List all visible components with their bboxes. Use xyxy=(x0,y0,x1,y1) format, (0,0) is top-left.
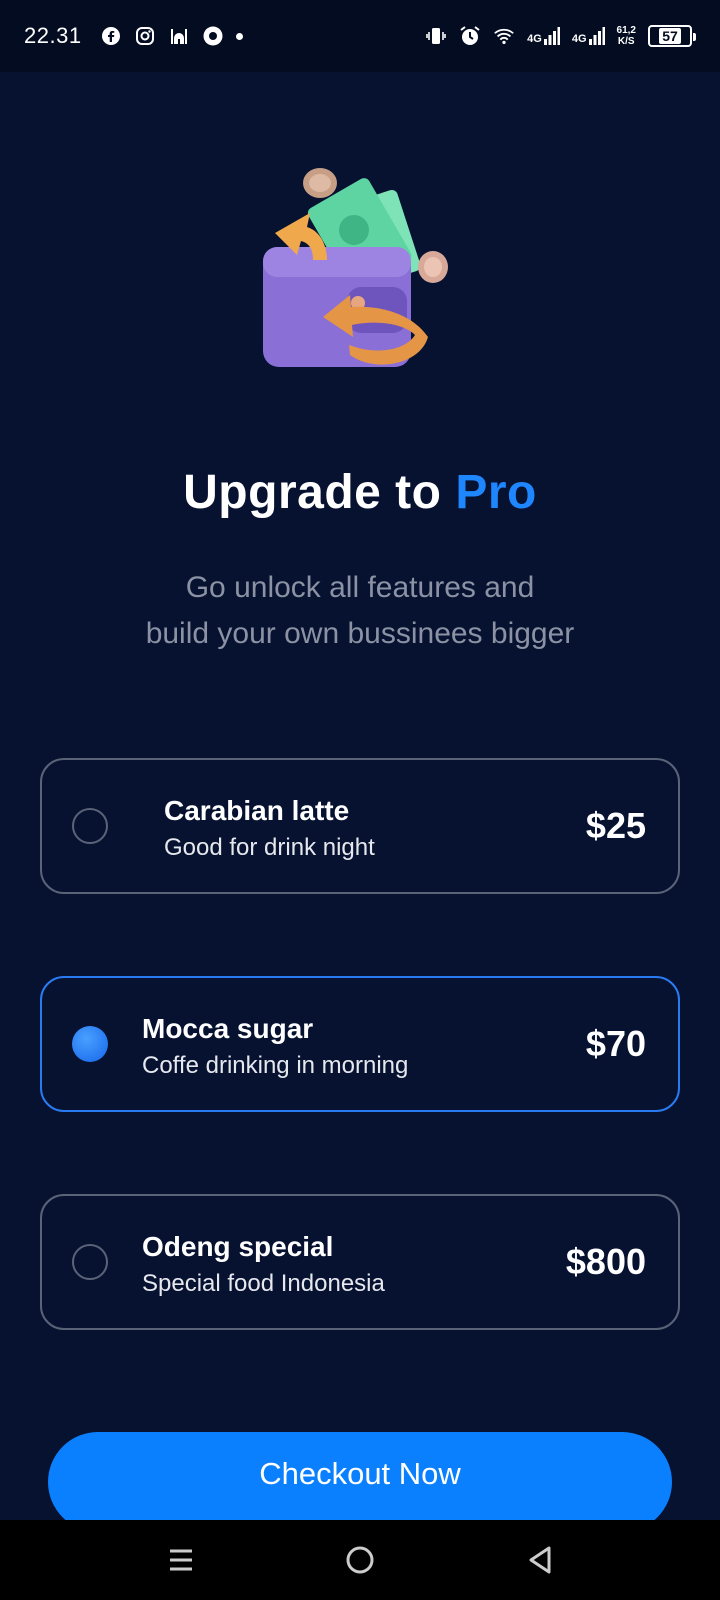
signal-1-icon: 4G xyxy=(527,27,560,45)
alarm-icon xyxy=(459,25,481,47)
subtitle-line-1: Go unlock all features and xyxy=(185,571,535,604)
plan-description: Coffe drinking in morning xyxy=(142,1052,409,1079)
plan-price: $25 xyxy=(585,805,646,846)
notification-dot-icon xyxy=(235,32,243,40)
home-icon[interactable] xyxy=(342,1542,378,1578)
plan-price: $70 xyxy=(585,1023,646,1064)
plan-name: Odeng special xyxy=(142,1231,334,1262)
network-type-1: 4G xyxy=(527,33,542,45)
plan-text: Odeng special Special food Indonesia xyxy=(142,1230,385,1300)
facebook-icon xyxy=(100,25,122,47)
subtitle-line-2: build your own bussinees bigger xyxy=(145,617,575,650)
speed-value: 61,2 xyxy=(616,25,636,36)
battery-icon: 57 xyxy=(648,25,696,47)
plan-option-odeng-special[interactable]: Odeng special Special food Indonesia $80… xyxy=(40,1194,680,1330)
plan-price: $800 xyxy=(565,1241,646,1282)
plan-option-carabian-latte[interactable]: Carabian latte Good for drink night $25 xyxy=(40,758,680,894)
battery-level: 57 xyxy=(659,28,681,44)
network-speed: 61,2 K/S xyxy=(617,25,636,47)
navigation-bar xyxy=(0,1520,720,1600)
status-bar: 22.31 4G 4G 61,2 K/S 57 xyxy=(0,0,720,72)
plan-description: Special food Indonesia xyxy=(142,1270,385,1297)
status-right: 4G 4G 61,2 K/S 57 xyxy=(425,25,696,47)
plan-name: Carabian latte xyxy=(164,795,350,826)
radio-selected-icon[interactable] xyxy=(72,1026,108,1062)
status-time: 22.31 xyxy=(24,23,82,48)
speed-unit: K/S xyxy=(617,36,635,47)
plan-description: Good for drink night xyxy=(164,834,375,861)
wifi-icon xyxy=(493,25,515,47)
vibrate-icon xyxy=(425,25,447,47)
back-icon[interactable] xyxy=(522,1542,558,1578)
plan-text: Mocca sugar Coffe drinking in morning xyxy=(142,1012,408,1082)
radio-unselected-icon[interactable] xyxy=(72,1244,108,1280)
page-title: Upgrade to Pro xyxy=(0,465,720,520)
radio-unselected-icon[interactable] xyxy=(72,808,108,844)
signal-2-icon: 4G xyxy=(572,27,605,45)
network-type-2: 4G xyxy=(571,33,587,45)
recents-icon[interactable] xyxy=(163,1542,199,1578)
checkout-button[interactable]: Checkout Now xyxy=(48,1432,672,1532)
title-accent: Pro xyxy=(455,466,537,519)
location-icon xyxy=(202,25,224,47)
mosque-icon xyxy=(168,25,190,47)
page-subtitle: Go unlock all features and build your ow… xyxy=(0,565,720,657)
title-main: Upgrade to xyxy=(183,466,442,519)
plan-option-mocca-sugar[interactable]: Mocca sugar Coffe drinking in morning $7… xyxy=(40,976,680,1112)
instagram-icon xyxy=(134,25,156,47)
plan-name: Mocca sugar xyxy=(142,1013,314,1044)
plan-text: Carabian latte Good for drink night xyxy=(164,794,375,864)
status-left: 22.31 xyxy=(24,23,243,49)
wallet-illustration xyxy=(255,165,465,380)
